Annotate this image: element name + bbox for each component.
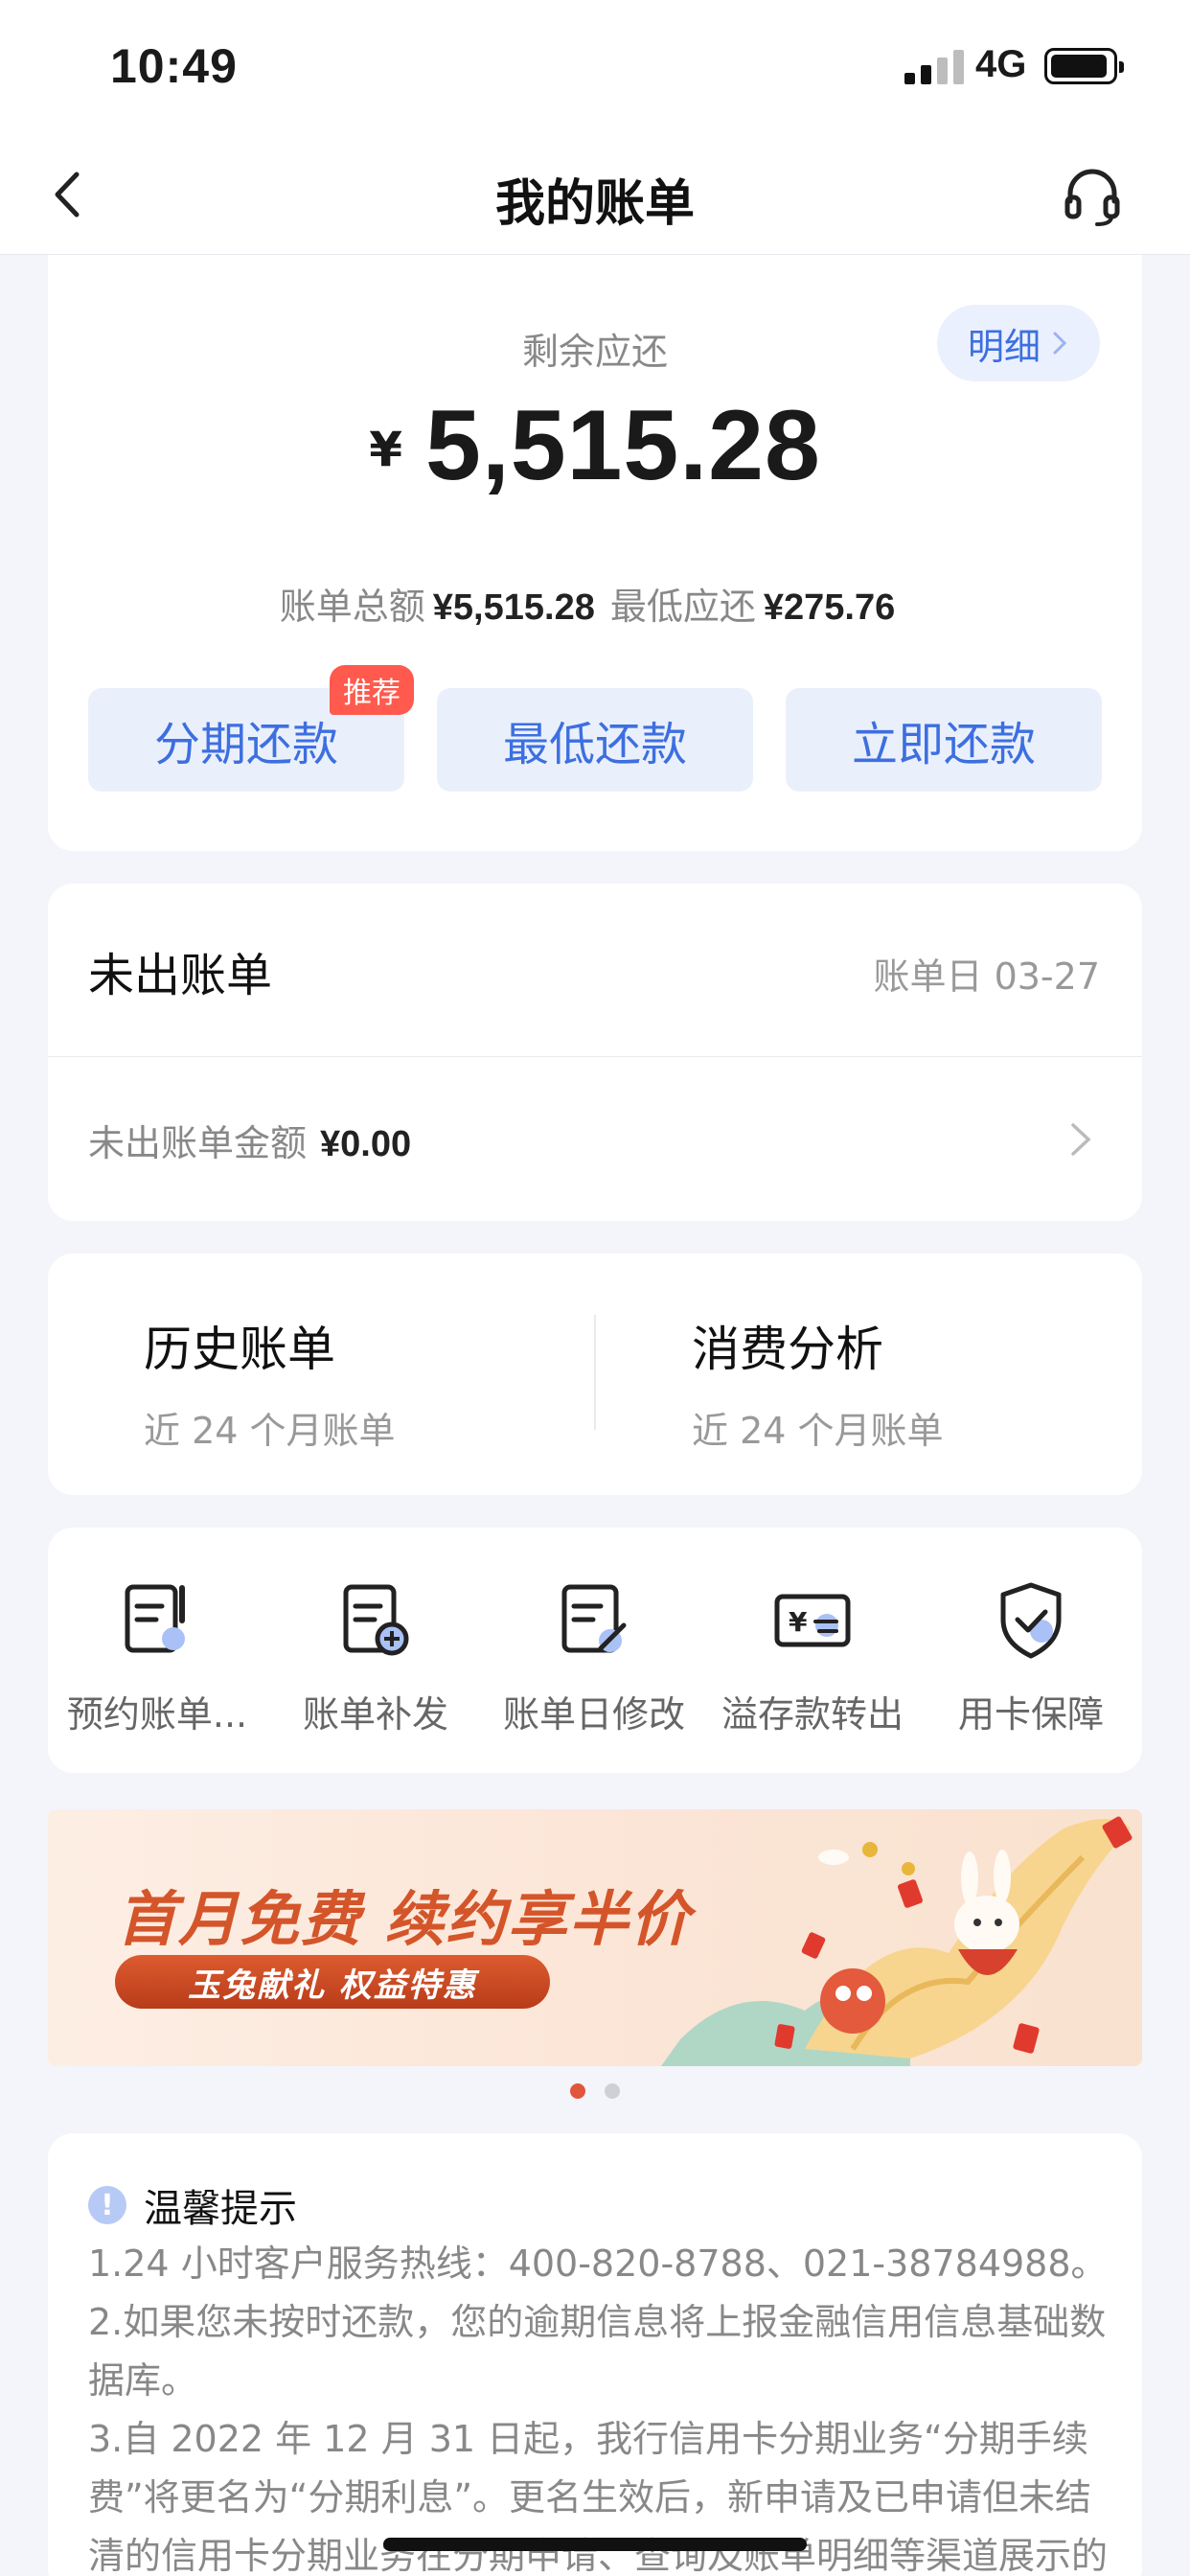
tool-bill-schedule[interactable]: 预约账单... bbox=[48, 1577, 266, 1737]
info-icon: ! bbox=[88, 2186, 126, 2224]
minimum-repay-button[interactable]: 最低还款 bbox=[437, 688, 753, 792]
tip-line: 1.24 小时客户服务热线：400-820-8788、021-38784988。 bbox=[88, 2242, 1108, 2285]
tool-card-protection-label: 用卡保障 bbox=[957, 1693, 1104, 1736]
bill-schedule-icon bbox=[125, 1584, 185, 1653]
spending-analysis-subtitle: 近 24 个月账单 bbox=[692, 1410, 944, 1452]
tool-overpayment-transfer[interactable]: ¥ 溢存款转出 bbox=[703, 1577, 922, 1737]
min-value: ¥275.76 bbox=[763, 587, 896, 628]
vertical-divider bbox=[594, 1315, 596, 1430]
total-label: 账单总额 bbox=[279, 586, 425, 628]
tips-body: 1.24 小时客户服务热线：400-820-8788、021-38784988。… bbox=[88, 2235, 1113, 2576]
banner-tagline: 玉兔献礼 权益特惠 bbox=[115, 1955, 550, 2009]
bill-date: 账单日 03-27 bbox=[873, 955, 1101, 998]
bill-date-edit-icon bbox=[561, 1584, 627, 1653]
card-protection-icon bbox=[1000, 1582, 1062, 1659]
banner-headline: 首月免费 续约享半价 bbox=[117, 1884, 692, 1954]
chevron-right-icon bbox=[1053, 332, 1067, 355]
remaining-amount-value: 5,515.28 bbox=[424, 390, 821, 501]
overpayment-transfer-icon: ¥ bbox=[774, 1594, 851, 1647]
network-label: 4G bbox=[975, 43, 1027, 85]
tool-bill-schedule-label: 预约账单... bbox=[66, 1693, 248, 1736]
history-bill-title: 历史账单 bbox=[144, 1322, 335, 1377]
detail-button[interactable]: 明细 bbox=[937, 305, 1100, 381]
signal-icon bbox=[904, 50, 966, 84]
detail-label: 明细 bbox=[967, 325, 1041, 368]
repay-now-button[interactable]: 立即还款 bbox=[786, 688, 1102, 792]
page-title: 我的账单 bbox=[494, 175, 695, 233]
tool-bill-reissue-label: 账单补发 bbox=[302, 1693, 448, 1736]
tips-title: 温馨提示 bbox=[144, 2187, 297, 2231]
tip-line: 2.如果您未按时还款，您的逾期信息将上报金融信用信息基础数据库。 bbox=[88, 2301, 1107, 2402]
tool-overpayment-transfer-label: 溢存款转出 bbox=[721, 1693, 904, 1736]
spending-analysis-entry[interactable]: 消费分析 近 24 个月账单 bbox=[692, 1311, 944, 1454]
remaining-amount: ¥5,515.28 bbox=[48, 389, 1142, 503]
tool-bill-date-edit-label: 账单日修改 bbox=[502, 1693, 685, 1736]
total-value: ¥5,515.28 bbox=[432, 587, 595, 628]
home-indicator bbox=[383, 2538, 807, 2551]
bill-totals: 账单总额 ¥5,515.28 最低应还 ¥275.76 bbox=[48, 577, 1142, 630]
chevron-right-icon[interactable] bbox=[1062, 1117, 1100, 1162]
bill-reissue-icon bbox=[343, 1584, 409, 1656]
history-bill-subtitle: 近 24 个月账单 bbox=[144, 1410, 396, 1452]
spending-analysis-title: 消费分析 bbox=[692, 1322, 883, 1377]
carousel-indicator[interactable] bbox=[0, 2083, 1190, 2099]
history-bill-entry[interactable]: 历史账单 近 24 个月账单 bbox=[144, 1311, 396, 1454]
nav-bar: 我的账单 bbox=[0, 134, 1190, 255]
unbilled-card: 未出账单 账单日 03-27 未出账单金额 ¥0.00 bbox=[48, 884, 1142, 1221]
tool-bill-reissue[interactable]: 账单补发 bbox=[266, 1577, 485, 1737]
currency-symbol: ¥ bbox=[369, 422, 402, 477]
divider bbox=[48, 1056, 1142, 1057]
repayment-summary-card: 剩余应还 明细 ¥5,515.28 账单总额 ¥5,515.28 最低应还 ¥275.… bbox=[48, 255, 1142, 851]
status-bar: 10:49 4G bbox=[0, 0, 1190, 134]
tool-card-protection[interactable]: 用卡保障 bbox=[922, 1577, 1140, 1737]
carousel-dot-active[interactable] bbox=[570, 2083, 585, 2099]
unbilled-title: 未出账单 bbox=[88, 949, 273, 1002]
headset-icon[interactable] bbox=[1059, 163, 1126, 230]
tip-line: 3.自 2022 年 12 月 31 日起，我行信用卡分期业务“分期手续费”将更… bbox=[88, 2418, 1109, 2576]
carousel-dot[interactable] bbox=[605, 2083, 620, 2099]
tools-card: 预约账单... 账单补发 账单日修改 ¥ 溢存款转出 用卡保障 bbox=[48, 1528, 1142, 1773]
rabbit-illustration bbox=[661, 1816, 1133, 2066]
unbilled-amount-value: ¥0.00 bbox=[320, 1124, 412, 1164]
history-card: 历史账单 近 24 个月账单 消费分析 近 24 个月账单 bbox=[48, 1254, 1142, 1495]
recommend-badge: 推荐 bbox=[330, 665, 414, 715]
tool-bill-date-edit[interactable]: 账单日修改 bbox=[485, 1577, 703, 1737]
status-time: 10:49 bbox=[110, 39, 238, 93]
tips-header: ! 温馨提示 bbox=[88, 2177, 297, 2233]
svg-text:¥: ¥ bbox=[789, 1606, 808, 1638]
unbilled-amount-row[interactable]: 未出账单金额 ¥0.00 bbox=[88, 1114, 411, 1166]
promo-banner[interactable]: 首月免费 续约享半价 玉兔献礼 权益特惠 bbox=[48, 1809, 1142, 2066]
min-label: 最低应还 bbox=[609, 586, 756, 628]
unbilled-amount-label: 未出账单金额 bbox=[88, 1122, 308, 1164]
tips-card: ! 温馨提示 1.24 小时客户服务热线：400-820-8788、021-38… bbox=[48, 2133, 1142, 2576]
battery-icon bbox=[1044, 48, 1124, 84]
